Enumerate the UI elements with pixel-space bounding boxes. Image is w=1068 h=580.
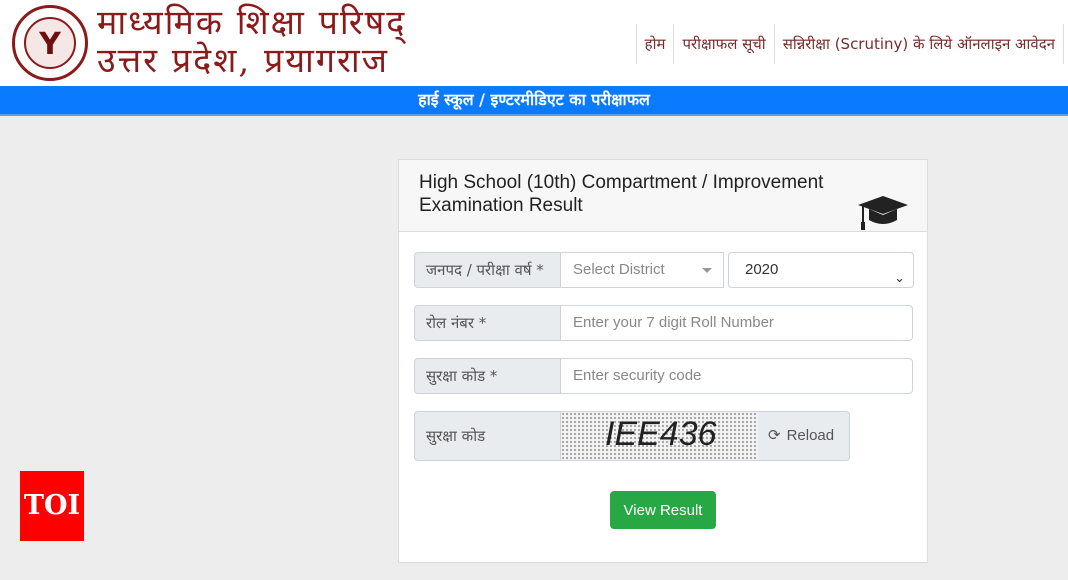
banner-text: हाई स्कूल / इण्टरमीडिएट का परीक्षाफल: [418, 90, 650, 109]
reload-captcha-button[interactable]: ⟳ Reload: [758, 411, 850, 461]
captcha-text: IEE436: [605, 415, 717, 453]
nav-result-list[interactable]: परीक्षाफल सूची: [673, 24, 773, 64]
year-value: 2020: [745, 261, 779, 278]
roll-number-label: रोल नंबर *: [414, 305, 561, 341]
card-header: High School (10th) Compartment / Improve…: [399, 160, 927, 232]
refresh-icon: ⟳: [768, 427, 781, 444]
security-code-placeholder: Enter security code: [573, 367, 702, 384]
site-header: Y माध्यमिक शिक्षा परिषद् उत्तर प्रदेश, प…: [0, 0, 1068, 86]
result-form-card: High School (10th) Compartment / Improve…: [398, 159, 928, 563]
captcha-label: सुरक्षा कोड: [414, 411, 561, 461]
card-title: High School (10th) Compartment / Improve…: [419, 172, 824, 216]
district-placeholder: Select District: [573, 261, 665, 278]
reload-label: Reload: [786, 427, 835, 444]
graduation-cap-icon: [858, 196, 908, 230]
logo-glyph: Y: [39, 27, 61, 62]
board-logo[interactable]: Y: [12, 5, 88, 81]
roll-number-placeholder: Enter your 7 digit Roll Number: [573, 314, 774, 331]
district-year-row: जनपद / परीक्षा वर्ष * Select District 20…: [414, 252, 914, 288]
toi-watermark-logo: TOI: [20, 471, 84, 541]
security-code-input[interactable]: Enter security code: [561, 358, 913, 394]
security-code-label: सुरक्षा कोड *: [414, 358, 561, 394]
view-result-button[interactable]: View Result: [610, 491, 716, 529]
logo-emblem-icon: Y: [24, 17, 76, 69]
roll-number-input[interactable]: Enter your 7 digit Roll Number: [561, 305, 913, 341]
chevron-down-icon: ⌄: [894, 270, 905, 285]
page-banner: हाई स्कूल / इण्टरमीडिएट का परीक्षाफल: [0, 86, 1068, 116]
roll-number-row: रोल नंबर * Enter your 7 digit Roll Numbe…: [414, 305, 913, 341]
site-title-line2: उत्तर प्रदेश, प्रयागराज: [97, 41, 389, 81]
nav-scrutiny-apply[interactable]: सन्निरीक्षा (Scrutiny) के लिये ऑनलाइन आव…: [773, 24, 1064, 64]
caret-down-icon: [702, 268, 712, 273]
district-year-label: जनपद / परीक्षा वर्ष *: [414, 252, 561, 288]
top-nav: होम परीक्षाफल सूची सन्निरीक्षा (Scrutiny…: [635, 24, 1064, 64]
captcha-row: सुरक्षा कोड IEE436 ⟳ Reload: [414, 411, 850, 461]
site-title-line1: माध्यमिक शिक्षा परिषद्: [97, 3, 407, 43]
captcha-image: IEE436: [561, 411, 758, 461]
nav-home[interactable]: होम: [635, 24, 674, 64]
security-code-row: सुरक्षा कोड * Enter security code: [414, 358, 913, 394]
year-select[interactable]: 2020 ⌄: [728, 252, 914, 288]
site-title: माध्यमिक शिक्षा परिषद् उत्तर प्रदेश, प्र…: [97, 4, 406, 80]
district-select[interactable]: Select District: [561, 252, 724, 288]
